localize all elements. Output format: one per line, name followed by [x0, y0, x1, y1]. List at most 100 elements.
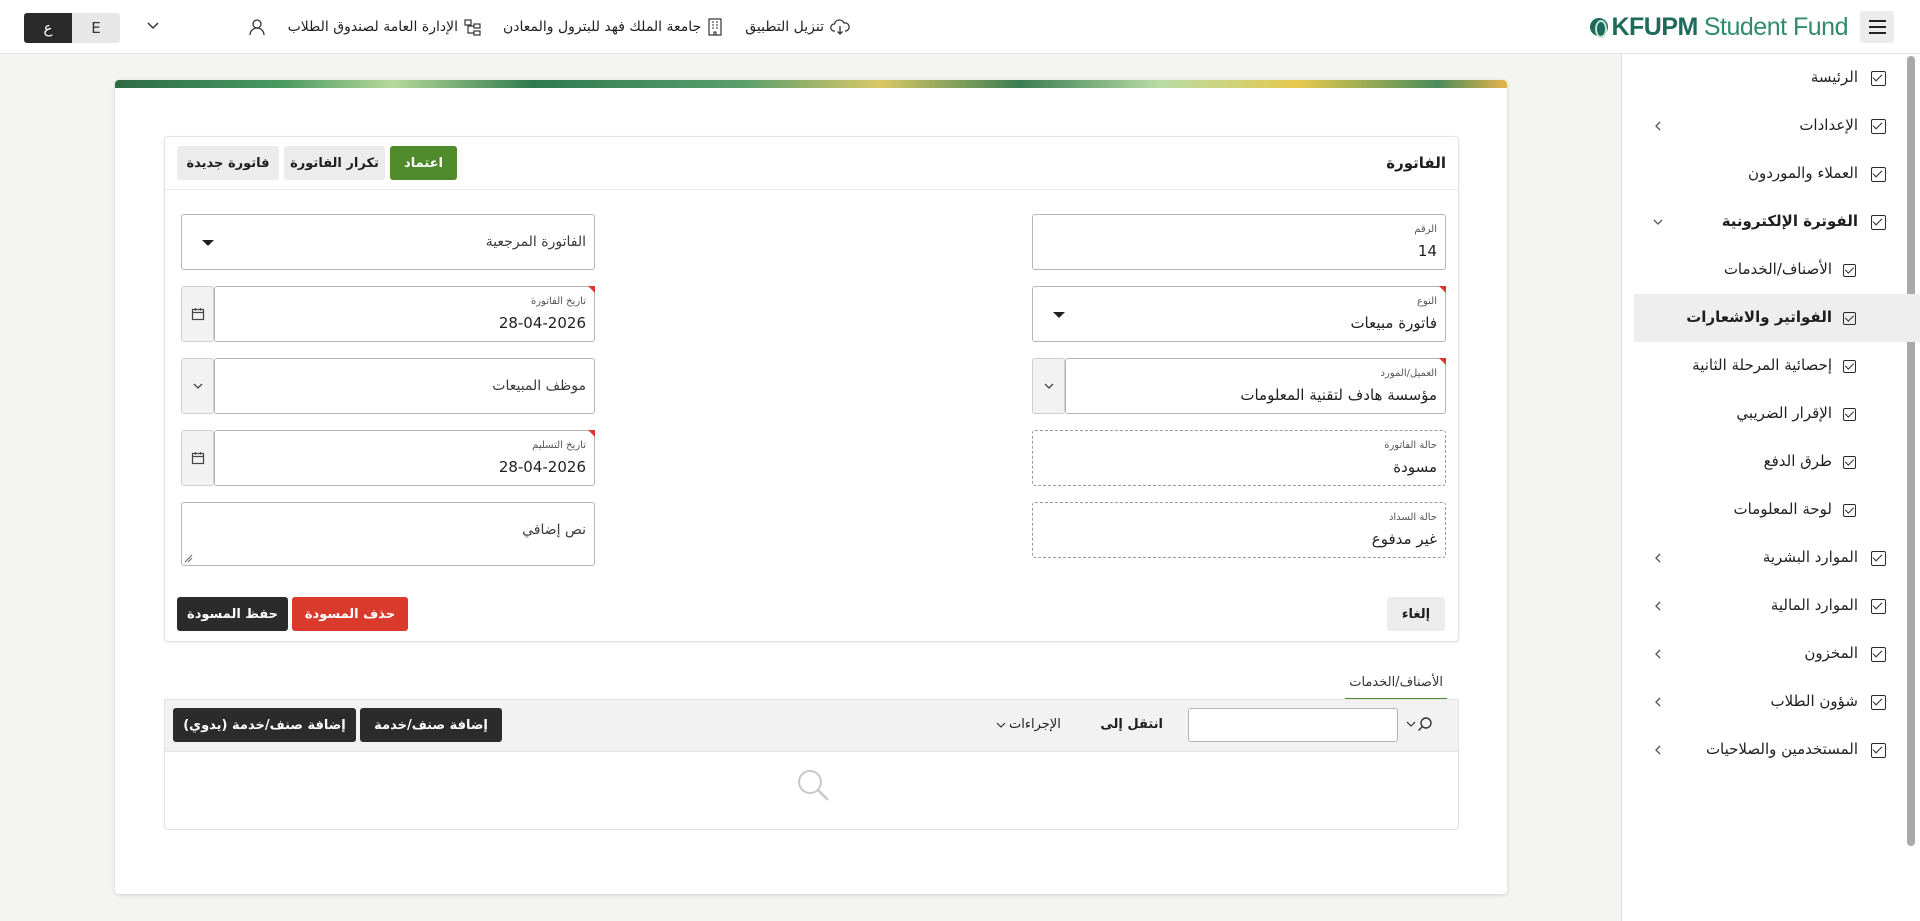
menu-toggle-button[interactable]: [1860, 11, 1894, 43]
checkbox-icon: [1871, 743, 1886, 758]
user-icon: [248, 19, 265, 36]
field-label: حالة الفاتورة: [1384, 440, 1437, 451]
delivery-date-field[interactable]: تاريخ التسليم 28-04-2026: [214, 430, 595, 486]
checkbox-icon: [1843, 504, 1856, 517]
sidebar-item-customers-suppliers[interactable]: العملاء والموردون: [1634, 150, 1920, 198]
invoice-panel: الفاتورة اعتماد تكرار الفاتورة فاتورة جد…: [164, 136, 1459, 642]
field-label: الرقم: [1414, 224, 1437, 235]
sidebar-item-phase2-stats[interactable]: إحصائية المرحلة الثانية: [1634, 342, 1920, 390]
invoice-date-field[interactable]: تاريخ الفاتورة 28-04-2026: [214, 286, 595, 342]
chevron-left-icon: [1655, 649, 1661, 659]
sidebar-item-finance[interactable]: الموارد المالية: [1634, 582, 1920, 630]
user-profile-button[interactable]: [248, 18, 266, 36]
building-icon: [708, 18, 722, 36]
chevron-left-icon: [1655, 601, 1661, 611]
hamburger-icon: [1868, 18, 1886, 36]
chevron-down-icon: [1653, 219, 1663, 225]
sidebar-item-student-affairs[interactable]: شؤون الطلاب: [1634, 678, 1920, 726]
save-draft-button[interactable]: حفظ المسودة: [177, 597, 288, 631]
delete-draft-button[interactable]: حذف المسودة: [292, 597, 408, 631]
sidebar-item-label: الفوترة الإلكترونية: [1721, 212, 1858, 230]
goto-label[interactable]: انتقل إلى: [1100, 717, 1163, 732]
field-value: مؤسسة هادف لتقنية المعلومات: [1240, 386, 1437, 404]
invoice-type-select[interactable]: النوع فاتورة مبيعات: [1032, 286, 1446, 342]
chevron-down-icon: [1406, 721, 1416, 727]
sidebar-item-label: المستخدمين والصلاحيات: [1705, 740, 1858, 758]
invoice-panel-header: الفاتورة اعتماد تكرار الفاتورة فاتورة جد…: [165, 137, 1458, 190]
sidebar-item-e-invoicing[interactable]: الفوترة الإلكترونية: [1634, 198, 1920, 246]
chevron-left-icon: [1655, 121, 1661, 131]
customer-dropdown-button[interactable]: [1032, 358, 1065, 414]
department-link[interactable]: الإدارة العامة لصندوق الطلاب: [288, 18, 481, 36]
sidebar-item-label: الرئيسة: [1810, 68, 1858, 86]
approve-button[interactable]: اعتماد: [390, 146, 457, 180]
additional-text-area[interactable]: نص إضافي: [181, 502, 595, 566]
sales-employee-dropdown-button[interactable]: [181, 358, 214, 414]
add-item-button[interactable]: إضافة صنف/خدمة: [360, 708, 502, 742]
sidebar-item-payment-methods[interactable]: طرق الدفع: [1634, 438, 1920, 486]
sidebar-item-inventory[interactable]: المخزون: [1634, 630, 1920, 678]
chevron-down-icon: [996, 722, 1006, 728]
sidebar-item-items-services[interactable]: الأصناف/الخدمات: [1634, 246, 1920, 294]
resize-grip-icon[interactable]: [184, 554, 193, 563]
sidebar-item-label: الأصناف/الخدمات: [1723, 260, 1832, 278]
main-card: الفاتورة اعتماد تكرار الفاتورة فاتورة جد…: [115, 80, 1507, 894]
tab-items-services[interactable]: الأصناف/الخدمات: [1345, 666, 1447, 700]
grid-search-input[interactable]: [1188, 708, 1398, 742]
cancel-button[interactable]: إلغاء: [1387, 597, 1445, 631]
globe-icon: [1590, 18, 1609, 38]
cloud-download-icon: [830, 19, 850, 35]
actions-label: الإجراءات: [1009, 717, 1061, 732]
actions-menu-button[interactable]: الإجراءات: [996, 717, 1061, 732]
calendar-icon: [191, 452, 204, 465]
add-item-manual-button[interactable]: إضافة صنف/خدمة (يدوي): [173, 708, 356, 742]
new-invoice-button[interactable]: فاتورة جديدة: [177, 146, 279, 180]
invoice-date-picker-button[interactable]: [181, 286, 214, 342]
brand-logo[interactable]: KFUPM Student Fund: [1590, 13, 1849, 41]
sidebar-item-label: طرق الدفع: [1763, 452, 1832, 470]
download-app-link[interactable]: تنزيل التطبيق: [745, 18, 850, 36]
payment-status-field: حالة السداد غير مدفوع: [1032, 502, 1446, 558]
sidebar-item-home[interactable]: الرئيسة: [1634, 54, 1920, 102]
field-label: تاريخ الفاتورة: [530, 296, 586, 307]
checkbox-icon: [1871, 215, 1886, 230]
grid-toolbar: انتقل إلى الإجراءات إضافة صنف/خدمة إضافة…: [165, 700, 1458, 752]
search-column-button[interactable]: [1406, 716, 1433, 732]
sidebar-item-hr[interactable]: الموارد البشرية: [1634, 534, 1920, 582]
invoice-number-field[interactable]: الرقم 14: [1032, 214, 1446, 270]
checkbox-icon: [1843, 312, 1856, 325]
sidebar-item-label: المخزون: [1804, 644, 1858, 662]
empty-search-icon: [798, 770, 829, 801]
sidebar-item-label: لوحة المعلومات: [1733, 500, 1833, 518]
sidebar-item-invoices-notices[interactable]: الفواتير والاشعارات: [1634, 294, 1920, 342]
university-link[interactable]: جامعة الملك فهد للبترول والمعادن: [503, 18, 723, 36]
sidebar-item-label: الإقرار الضريبي: [1736, 404, 1832, 422]
chevron-left-icon: [1655, 553, 1661, 563]
decorative-banner: [115, 80, 1507, 88]
field-value: غير مدفوع: [1371, 530, 1437, 548]
sidebar-item-label: العملاء والموردون: [1747, 164, 1858, 182]
chevron-down-icon[interactable]: [146, 19, 160, 33]
sidebar-item-tax-return[interactable]: الإقرار الضريبي: [1634, 390, 1920, 438]
field-value: فاتورة مبيعات: [1350, 314, 1437, 332]
sidebar-item-label: الموارد المالية: [1770, 596, 1858, 614]
delivery-date-picker-button[interactable]: [181, 430, 214, 486]
reference-invoice-select[interactable]: الفاتورة المرجعية: [181, 214, 595, 270]
sidebar-item-label: الإعدادات: [1799, 116, 1858, 134]
duplicate-invoice-button[interactable]: تكرار الفاتورة: [284, 146, 385, 180]
field-value: 14: [1417, 242, 1437, 260]
lang-english-button[interactable]: E: [72, 13, 120, 43]
language-switch: ع E: [24, 13, 120, 43]
checkbox-icon: [1871, 647, 1886, 662]
checkbox-icon: [1871, 599, 1886, 614]
sidebar-item-dashboard[interactable]: لوحة المعلومات: [1634, 486, 1920, 534]
checkbox-icon: [1843, 360, 1856, 373]
sidebar-item-label: الموارد البشرية: [1762, 548, 1858, 566]
customer-supplier-field[interactable]: العميل/المورد مؤسسة هادف لتقنية المعلوما…: [1065, 358, 1446, 414]
sales-employee-field[interactable]: موظف المبيعات: [214, 358, 595, 414]
sidebar-item-users-permissions[interactable]: المستخدمين والصلاحيات: [1634, 726, 1920, 774]
sidebar-item-settings[interactable]: الإعدادات: [1634, 102, 1920, 150]
invoice-status-field: حالة الفاتورة مسودة: [1032, 430, 1446, 486]
lang-arabic-button[interactable]: ع: [24, 13, 72, 43]
org-chart-icon: [464, 18, 481, 36]
